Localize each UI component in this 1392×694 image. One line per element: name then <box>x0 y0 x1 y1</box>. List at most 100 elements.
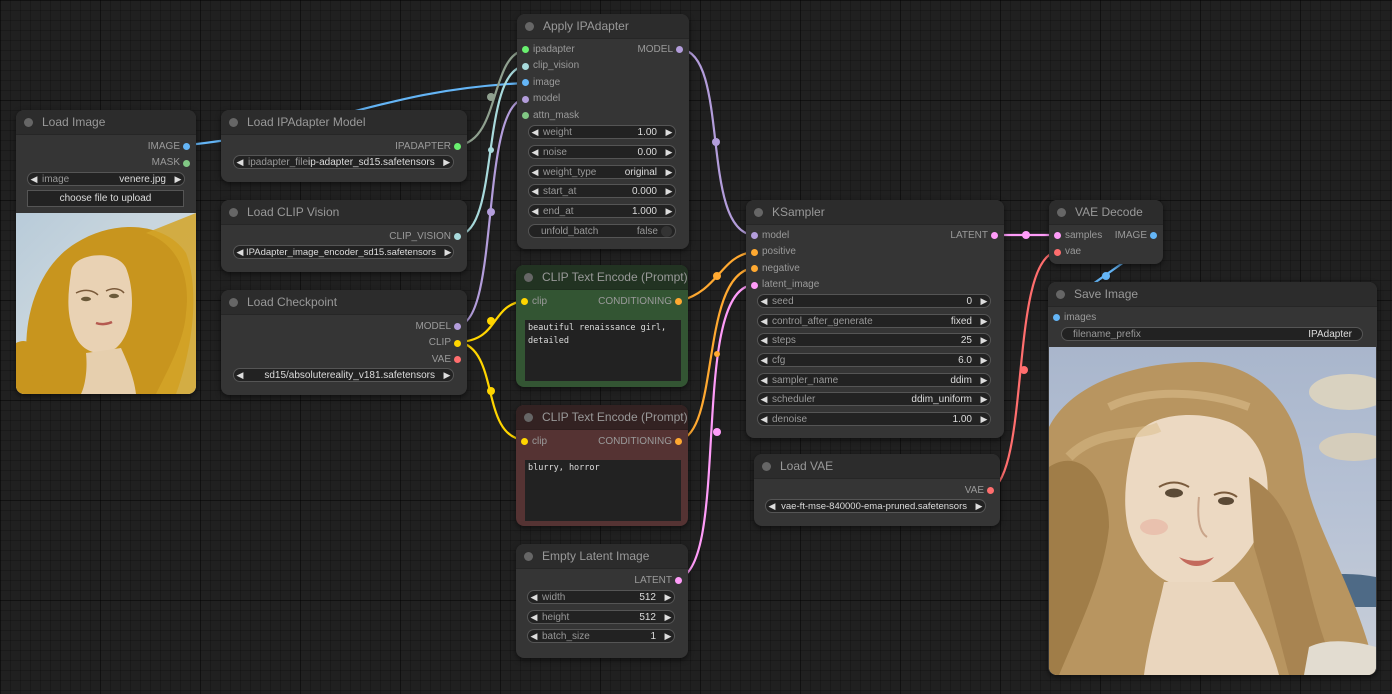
node-vae-decode[interactable]: VAE Decode samples IMAGE vae <box>1049 200 1163 264</box>
input-slot-clip[interactable]: clip CONDITIONING <box>516 433 688 450</box>
combo-ckpt-name[interactable]: ◀ ckpt_name sd15/absolutereality_v181.sa… <box>233 368 454 382</box>
node-load-checkpoint[interactable]: Load Checkpoint MODEL CLIP VAE ◀ ckpt_na… <box>221 290 467 395</box>
node-title[interactable]: CLIP Text Encode (Prompt) <box>516 265 688 290</box>
input-slot-samples[interactable]: samples IMAGE <box>1049 227 1163 244</box>
node-load-vae[interactable]: Load VAE VAE ◀ vae_name vae-ft-mse-84000… <box>754 454 1000 526</box>
input-slot-images[interactable]: images <box>1048 309 1377 326</box>
arrow-right-icon[interactable]: ▶ <box>663 167 675 178</box>
arrow-left-icon[interactable]: ◀ <box>528 612 540 623</box>
arrow-right-icon[interactable]: ▶ <box>663 147 675 158</box>
number-cfg[interactable]: ◀ cfg 6.0 ▶ <box>757 353 991 367</box>
slot-dot-icon[interactable] <box>1150 232 1157 239</box>
toggle-unfold-batch[interactable]: unfold_batch false <box>528 224 676 238</box>
collapse-dot-icon[interactable] <box>524 412 533 422</box>
slot-dot-icon[interactable] <box>1054 248 1061 256</box>
output-slot-latent[interactable]: LATENT <box>950 230 988 241</box>
slot-dot-icon[interactable] <box>522 62 529 70</box>
slot-dot-icon[interactable] <box>522 95 529 103</box>
arrow-left-icon[interactable]: ◀ <box>528 592 540 603</box>
node-load-image[interactable]: Load Image IMAGE MASK ◀ image venere.jpg… <box>16 110 196 394</box>
arrow-left-icon[interactable]: ◀ <box>758 375 770 386</box>
arrow-right-icon[interactable]: ▶ <box>978 375 990 386</box>
node-load-ipadapter-model[interactable]: Load IPAdapter Model IPADAPTER ◀ ipadapt… <box>221 110 467 182</box>
slot-dot-icon[interactable] <box>676 46 683 53</box>
slot-dot-icon[interactable] <box>522 46 529 53</box>
slot-dot-icon[interactable] <box>521 298 528 305</box>
collapse-dot-icon[interactable] <box>229 117 238 127</box>
output-slot-clip[interactable]: CLIP <box>221 335 467 352</box>
node-save-image[interactable]: Save Image images filename_prefix IPAdap… <box>1048 282 1377 675</box>
upload-button[interactable]: choose file to upload <box>27 190 184 207</box>
arrow-left-icon[interactable]: ◀ <box>758 394 770 405</box>
node-title[interactable]: Load Checkpoint <box>221 290 467 315</box>
collapse-dot-icon[interactable] <box>524 551 533 561</box>
arrow-right-icon[interactable]: ▶ <box>172 174 184 185</box>
collapse-dot-icon[interactable] <box>762 461 771 471</box>
arrow-left-icon[interactable]: ◀ <box>28 174 40 185</box>
node-title[interactable]: Empty Latent Image <box>516 544 688 569</box>
node-title[interactable]: CLIP Text Encode (Prompt) <box>516 405 688 430</box>
arrow-left-icon[interactable]: ◀ <box>758 296 770 307</box>
node-title[interactable]: Load Image <box>16 110 196 135</box>
arrow-right-icon[interactable]: ▶ <box>663 206 675 217</box>
node-title[interactable]: Apply IPAdapter <box>517 14 689 39</box>
slot-dot-icon[interactable] <box>1053 314 1060 321</box>
output-slot-model[interactable]: MODEL <box>221 318 467 335</box>
arrow-left-icon[interactable]: ◀ <box>529 206 541 217</box>
number-denoise[interactable]: ◀ denoise 1.00 ▶ <box>757 412 991 426</box>
slot-dot-icon[interactable] <box>454 233 461 240</box>
arrow-left-icon[interactable]: ◀ <box>758 355 770 366</box>
combo-sampler-name[interactable]: ◀ sampler_name ddim ▶ <box>757 373 991 387</box>
output-slot-vae[interactable]: VAE <box>221 351 467 368</box>
arrow-right-icon[interactable]: ▶ <box>663 127 675 138</box>
collapse-dot-icon[interactable] <box>525 21 534 31</box>
node-apply-ipadapter[interactable]: Apply IPAdapter ipadapter MODEL clip_vis… <box>517 14 689 249</box>
slot-dot-icon[interactable] <box>454 356 461 363</box>
arrow-left-icon[interactable]: ◀ <box>529 167 541 178</box>
node-clip-text-encode-negative[interactable]: CLIP Text Encode (Prompt) clip CONDITION… <box>516 405 688 526</box>
collapse-dot-icon[interactable] <box>754 207 763 217</box>
slot-dot-icon[interactable] <box>454 339 461 347</box>
combo-ipadapter-file[interactable]: ◀ ipadapter_file ip-adapter_sd15.safeten… <box>233 155 454 169</box>
slot-dot-icon[interactable] <box>675 298 682 305</box>
number-weight[interactable]: ◀ weight 1.00 ▶ <box>528 125 676 139</box>
arrow-left-icon[interactable]: ◀ <box>529 147 541 158</box>
output-slot-conditioning[interactable]: CONDITIONING <box>598 436 672 447</box>
node-title[interactable]: Load VAE <box>754 454 1000 479</box>
combo-scheduler[interactable]: ◀ scheduler ddim_uniform ▶ <box>757 392 991 406</box>
arrow-right-icon[interactable]: ▶ <box>662 631 674 642</box>
combo-control-after-generate[interactable]: ◀ control_after_generate fixed ▶ <box>757 314 991 328</box>
number-height[interactable]: ◀ height 512 ▶ <box>527 610 675 624</box>
input-slot-attn-mask[interactable]: attn_mask <box>517 107 689 124</box>
number-start-at[interactable]: ◀ start_at 0.000 ▶ <box>528 184 676 198</box>
number-width[interactable]: ◀ width 512 ▶ <box>527 590 675 604</box>
slot-dot-icon[interactable] <box>751 232 758 239</box>
arrow-right-icon[interactable]: ▶ <box>441 370 453 381</box>
slot-dot-icon[interactable] <box>675 577 682 584</box>
combo-image[interactable]: ◀ image venere.jpg ▶ <box>27 172 185 186</box>
collapse-dot-icon[interactable] <box>229 297 238 307</box>
prompt-textarea[interactable]: beautiful renaissance girl, detailed <box>525 320 681 381</box>
arrow-left-icon[interactable]: ◀ <box>234 157 246 168</box>
slot-dot-icon[interactable] <box>454 323 461 330</box>
arrow-left-icon[interactable]: ◀ <box>234 370 246 381</box>
output-slot-image[interactable]: IMAGE <box>1115 230 1147 241</box>
combo-vae-name[interactable]: ◀ vae_name vae-ft-mse-840000-ema-pruned.… <box>765 499 986 513</box>
arrow-right-icon[interactable]: ▶ <box>978 394 990 405</box>
slot-dot-icon[interactable] <box>454 143 461 150</box>
slot-dot-icon[interactable] <box>521 438 528 445</box>
output-slot-clip-vision[interactable]: CLIP_VISION <box>221 228 467 245</box>
input-slot-model[interactable]: model LATENT <box>746 227 1004 244</box>
arrow-right-icon[interactable]: ▶ <box>978 355 990 366</box>
output-slot-mask[interactable]: MASK <box>16 155 196 172</box>
node-title[interactable]: VAE Decode <box>1049 200 1163 225</box>
number-batch-size[interactable]: ◀ batch_size 1 ▶ <box>527 629 675 643</box>
number-seed[interactable]: ◀ seed 0 ▶ <box>757 294 991 308</box>
node-clip-text-encode-positive[interactable]: CLIP Text Encode (Prompt) clip CONDITION… <box>516 265 688 387</box>
prompt-textarea[interactable]: blurry, horror <box>525 460 681 521</box>
slot-dot-icon[interactable] <box>183 159 190 167</box>
input-slot-model[interactable]: model <box>517 91 689 108</box>
arrow-right-icon[interactable]: ▶ <box>978 296 990 307</box>
node-empty-latent-image[interactable]: Empty Latent Image LATENT ◀ width 512 ▶ … <box>516 544 688 658</box>
number-steps[interactable]: ◀ steps 25 ▶ <box>757 333 991 347</box>
